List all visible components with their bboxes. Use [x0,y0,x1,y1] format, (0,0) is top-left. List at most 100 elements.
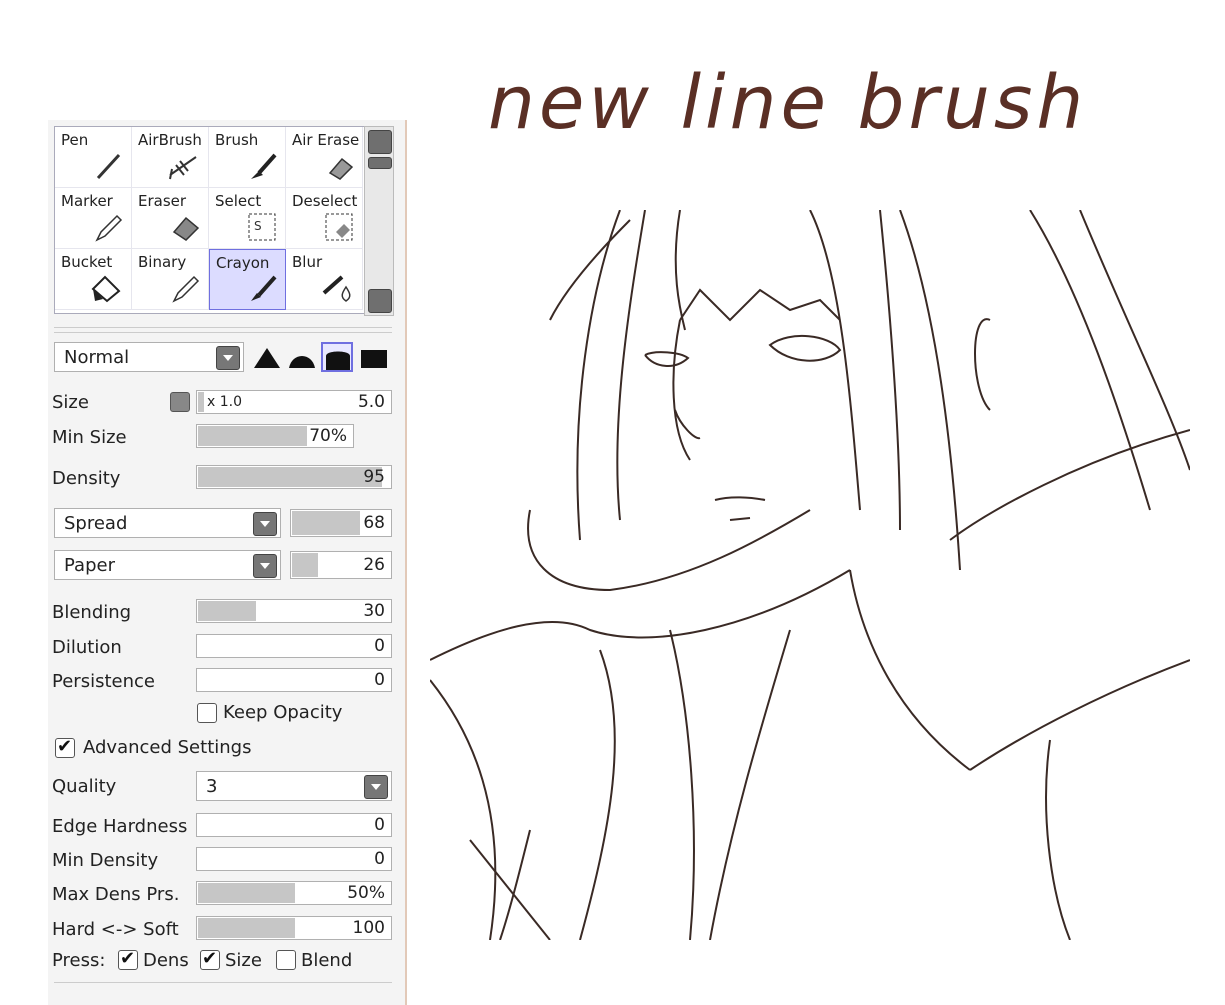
persistence-slider[interactable]: 0 [196,668,392,692]
paper-value: 26 [363,555,385,575]
brush-shape-square[interactable] [358,342,390,372]
blend-mode-select[interactable]: Normal [54,342,244,372]
tool-air-eraser[interactable]: Air Erase [286,127,363,188]
density-value: 95 [363,467,385,487]
advanced-settings-checkbox[interactable] [55,736,75,758]
tool-airbrush[interactable]: AirBrush [132,127,209,188]
brush-shape-sharp[interactable] [251,342,283,372]
dilution-label: Dilution [52,637,122,658]
max-dens-prs-slider[interactable]: 50% [196,881,392,905]
marker-icon [95,214,123,242]
spread-value: 68 [363,513,385,533]
density-label: Density [52,468,121,489]
edge-hardness-slider[interactable]: 0 [196,813,392,837]
min-size-fill [198,426,308,446]
min-size-label: Min Size [52,427,127,448]
paper-texture-select[interactable]: Paper [54,550,281,580]
paper-slider[interactable]: 26 [290,551,392,579]
size-slider[interactable]: x 1.0 5.0 [196,390,392,414]
press-dens-checkbox[interactable] [118,948,138,970]
tool-grid: Pen AirBrush Brush Air Erase Marker Eras… [54,126,366,314]
pen-icon [96,153,121,180]
press-dens-label: Dens [143,950,189,971]
tool-label: Marker [61,192,113,210]
size-label: Size [52,392,89,413]
bucket-icon [91,275,121,303]
size-multiplier: x 1.0 [207,394,242,410]
hard-soft-slider[interactable]: 100 [196,916,392,940]
tool-label: Bucket [61,253,113,271]
spread-fill [292,511,360,535]
scroll-down-button[interactable] [368,289,392,313]
brush-tool-panel: Pen AirBrush Brush Air Erase Marker Eras… [48,120,407,1005]
advanced-settings-label: Advanced Settings [83,737,252,758]
tool-pen[interactable]: Pen [55,127,132,188]
brush-shape-flat[interactable] [321,342,353,372]
panel-bottom-edge [54,982,392,993]
keep-opacity-label: Keep Opacity [223,702,343,723]
scroll-thumb[interactable] [368,157,392,169]
canvas-lineart[interactable] [430,210,1190,940]
min-size-slider[interactable]: 70% [196,424,354,448]
lineart-drawing [430,210,1190,940]
blur-icon [322,275,351,302]
tool-select[interactable]: Select S [209,188,286,249]
tool-scrollbar[interactable] [364,126,394,316]
eraser-icon [172,216,200,241]
svg-text:S: S [254,219,262,233]
scroll-up-button[interactable] [368,130,392,154]
airbrush-icon [169,156,197,180]
press-size-checkbox[interactable] [200,948,220,970]
density-fill [198,467,383,487]
tool-label: Blur [292,253,323,271]
tool-crayon[interactable]: Crayon [209,249,286,310]
dilution-slider[interactable]: 0 [196,634,392,658]
size-multiplier-button[interactable] [170,392,190,412]
tool-deselect[interactable]: Deselect [286,188,363,249]
size-value: 5.0 [357,392,385,412]
tool-eraser[interactable]: Eraser [132,188,209,249]
handwritten-heading: new line brush [488,60,1088,146]
binary-pen-icon [172,275,200,303]
blending-slider[interactable]: 30 [196,599,392,623]
panel-divider[interactable] [54,327,392,333]
spread-texture-select[interactable]: Spread [54,508,281,538]
hard-soft-label: Hard <-> Soft [52,919,179,940]
chevron-down-icon[interactable] [253,554,277,578]
spread-slider[interactable]: 68 [290,509,392,537]
blending-fill [198,601,257,621]
tool-brush[interactable]: Brush [209,127,286,188]
chevron-down-icon[interactable] [216,346,240,370]
chevron-down-icon[interactable] [253,512,277,536]
quality-select[interactable]: 3 [196,771,392,801]
brush-shape-round[interactable] [286,342,318,372]
blending-label: Blending [52,602,132,623]
tool-blur[interactable]: Blur [286,249,363,310]
density-slider[interactable]: 95 [196,465,392,489]
keep-opacity-checkbox[interactable] [197,703,217,723]
select-icon: S [248,213,276,241]
tool-label: Pen [61,131,89,149]
press-size-label: Size [225,950,262,971]
edge-hardness-label: Edge Hardness [52,816,188,837]
chevron-down-icon[interactable] [364,775,388,799]
min-density-slider[interactable]: 0 [196,847,392,871]
persistence-label: Persistence [52,671,155,692]
tool-label: Air Erase [292,131,360,149]
tool-bucket[interactable]: Bucket [55,249,132,310]
edge-hardness-value: 0 [374,815,385,835]
quality-label: Quality [52,776,117,797]
tool-marker[interactable]: Marker [55,188,132,249]
air-eraser-icon [328,157,354,180]
press-blend-checkbox[interactable] [276,950,296,970]
tool-label: AirBrush [138,131,202,149]
min-size-value: 70% [309,426,347,446]
max-dens-prs-label: Max Dens Prs. [52,884,180,905]
max-dens-prs-fill [198,883,295,903]
max-dens-prs-value: 50% [347,883,385,903]
tool-binary[interactable]: Binary [132,249,209,310]
quality-value: 3 [206,776,218,797]
brush-icon [251,153,277,179]
press-label: Press: [52,950,106,971]
size-fill [198,392,204,412]
